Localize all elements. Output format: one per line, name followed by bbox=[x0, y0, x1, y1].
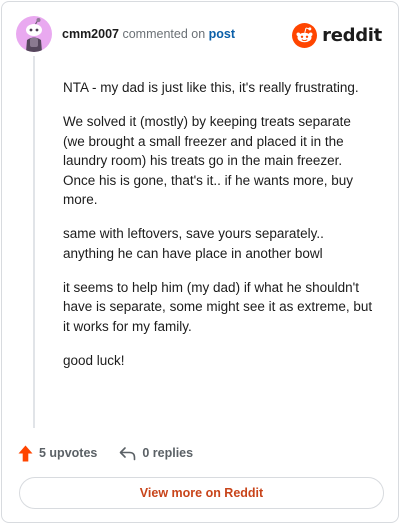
reddit-wordmark: reddit bbox=[322, 24, 382, 46]
reddit-logo-icon bbox=[292, 22, 318, 48]
comment-paragraph: good luck! bbox=[63, 352, 125, 368]
user-avatar[interactable] bbox=[16, 16, 52, 52]
username[interactable]: cmm2007 bbox=[62, 27, 119, 41]
comment-paragraph: it seems to help him (my dad) if what he… bbox=[63, 279, 373, 334]
comment-card: cmm2007 commented on post reddit NTA - m… bbox=[1, 1, 399, 523]
reddit-brand[interactable]: reddit bbox=[292, 22, 382, 48]
thread-line bbox=[33, 56, 35, 428]
comment-paragraph: We solved it (mostly) by keeping treats … bbox=[63, 114, 353, 207]
upvote-arrow-icon bbox=[18, 445, 33, 461]
upvote-button[interactable]: 5 upvotes bbox=[18, 445, 97, 462]
reply-button[interactable]: 0 replies bbox=[119, 446, 193, 461]
comment-header: cmm2007 commented on post bbox=[62, 27, 235, 43]
reply-arrow-icon bbox=[120, 446, 136, 460]
comment-paragraph: NTA - my dad is just like this, it's rea… bbox=[63, 80, 359, 95]
post-link[interactable]: post bbox=[209, 27, 235, 41]
replies-count: 0 replies bbox=[142, 446, 194, 460]
upvotes-count: 5 upvotes bbox=[39, 446, 98, 460]
comment-actions: 5 upvotes 0 replies bbox=[18, 443, 193, 463]
commented-on-text: commented on bbox=[122, 27, 206, 41]
view-more-button[interactable]: View more on Reddit bbox=[19, 477, 384, 509]
snoo-avatar-icon bbox=[26, 18, 42, 52]
comment-body: NTA - my dad is just like this, it's rea… bbox=[63, 78, 373, 385]
comment-paragraph: same with leftovers, save yours separate… bbox=[63, 226, 324, 261]
